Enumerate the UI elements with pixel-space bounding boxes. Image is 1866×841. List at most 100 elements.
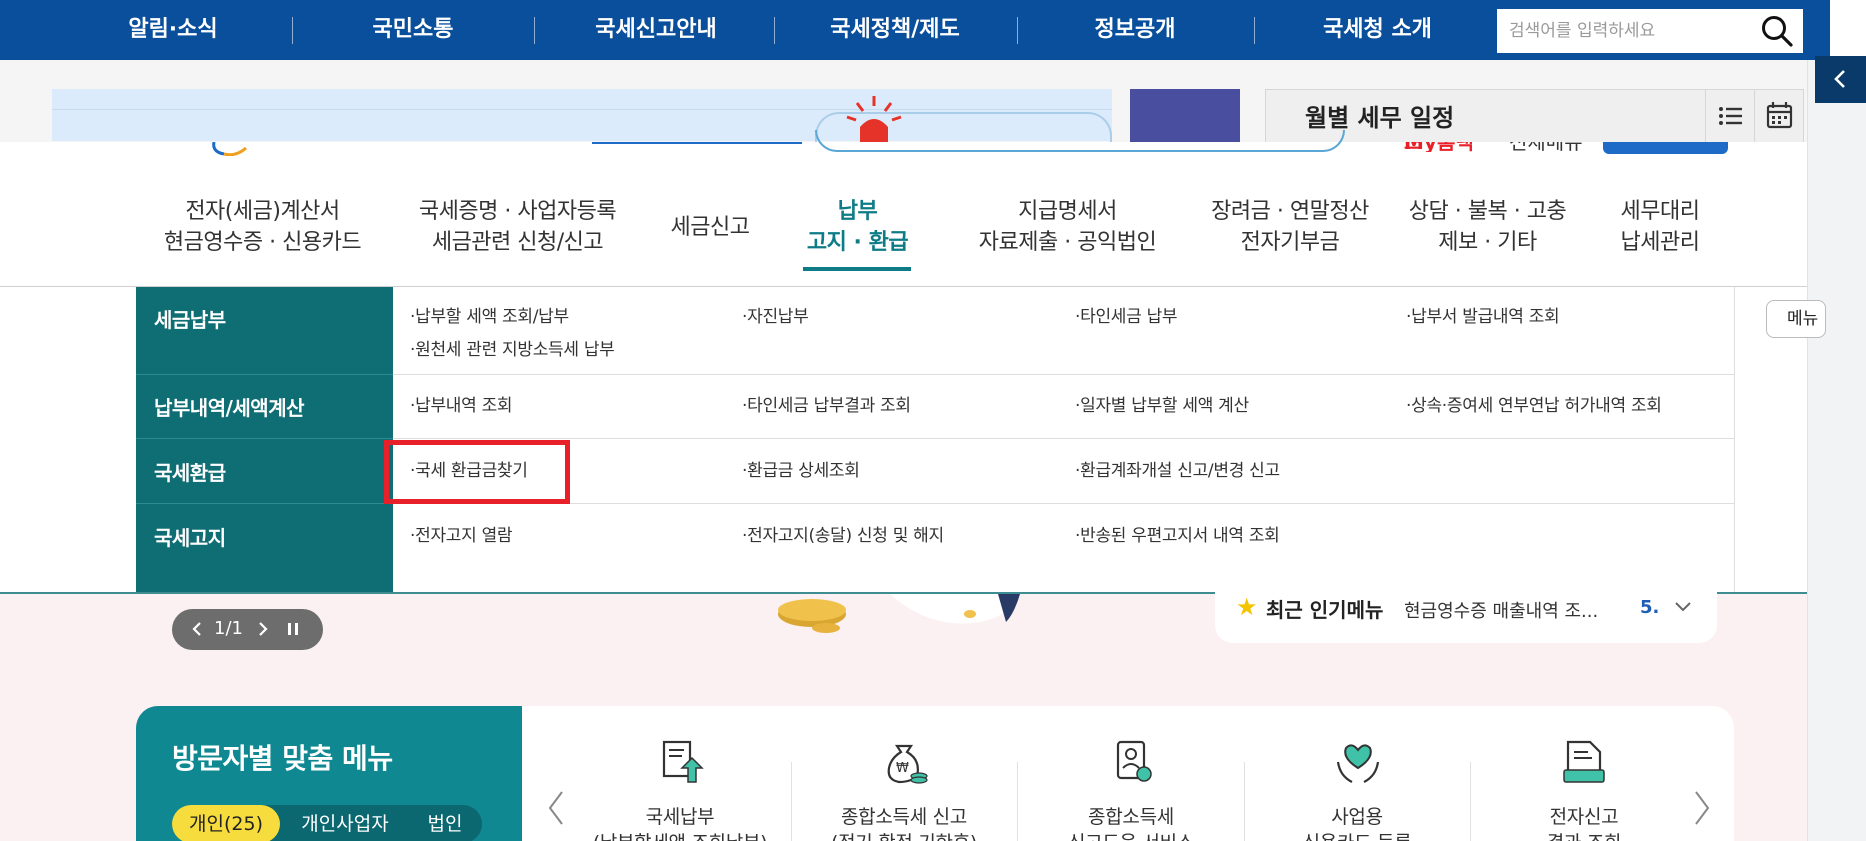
gnb-label-line2: 고지 · 환급 (806, 230, 909, 255)
link-label: 원천세 관련 지방소득세 납부 (415, 340, 615, 360)
gnb-item-certificates[interactable]: 국세증명 · 사업자등록 세금관련 신청/신고 (400, 196, 635, 258)
top-nav-divider (774, 17, 775, 44)
calendar-icon (1766, 102, 1793, 129)
category-tax-notice[interactable]: 국세고지 (154, 522, 226, 551)
coins-illustration-icon (778, 594, 1020, 633)
gnb-label-line1: 지급명세서 (1018, 199, 1117, 224)
top-nav-item-filing-guide[interactable]: 국세신고안내 (578, 0, 734, 60)
tab-sole-proprietor[interactable]: 개인사업자 (290, 805, 400, 841)
gnb-item-payment-refund[interactable]: 납부 고지 · 환급 (795, 196, 920, 258)
top-nav-divider (1254, 17, 1255, 44)
top-nav-item-policy[interactable]: 국세정책/제도 (812, 0, 978, 60)
link-label: 상속·증여세 연부연납 허가내역 조회 (1411, 396, 1662, 416)
service-business-card[interactable]: 사업용 신용카드 등록 (1247, 804, 1467, 841)
tax-schedule-title: 월별 세무 일정 (1305, 104, 1455, 132)
category-tax-payment[interactable]: 세금납부 (154, 304, 226, 333)
link-label: 반송된 우편고지서 내역 조회 (1080, 526, 1280, 546)
link-local-income-tax[interactable]: ·원천세 관련 지방소득세 납부 (410, 335, 615, 360)
service-label-line2: 신용카드 등록 (1247, 830, 1467, 841)
search-button[interactable] (1759, 14, 1795, 48)
row-divider (393, 374, 1735, 375)
schedule-calendar-view-button[interactable] (1754, 90, 1803, 142)
gnb-item-consultation[interactable]: 상담 · 불복 · 고충 제보 · 기타 (1395, 196, 1580, 258)
popular-menu-item[interactable]: 현금영수증 매출내역 조... (1404, 597, 1598, 623)
certificate-icon (1116, 740, 1152, 782)
rail-toggle-button[interactable] (1815, 56, 1866, 103)
link-e-notice-view[interactable]: ·전자고지 열람 (410, 521, 513, 546)
service-e-filing-result[interactable]: 전자신고 결과 조회 (1474, 804, 1694, 841)
search-input[interactable] (1509, 15, 1749, 47)
gnb-label-line1: 상담 · 불복 · 고충 (1408, 199, 1567, 224)
carousel-prev-icon[interactable] (544, 788, 568, 828)
login-button[interactable] (1603, 142, 1728, 154)
link-label: 전자고지 열람 (415, 526, 513, 546)
link-tax-due-lookup[interactable]: ·납부할 세액 조회/납부 (410, 302, 569, 327)
menu-button[interactable]: 메뉴 (1766, 300, 1826, 338)
link-daily-tax-calc[interactable]: ·일자별 납부할 세액 계산 (1075, 391, 1249, 416)
gnb-item-payment-statement[interactable]: 지급명세서 자료제출 · 공익법인 (950, 196, 1185, 258)
link-payment-history[interactable]: ·납부내역 조회 (410, 391, 513, 416)
top-nav-item-communication[interactable]: 국민소통 (348, 0, 478, 60)
link-returned-notice[interactable]: ·반송된 우편고지서 내역 조회 (1075, 521, 1280, 546)
service-divider (1244, 762, 1245, 841)
top-nav-divider (292, 17, 293, 44)
gnb-item-tax-agent[interactable]: 세무대리 납세관리 (1600, 196, 1720, 258)
category-tax-refund[interactable]: 국세환급 (154, 457, 226, 486)
pager-next-icon[interactable] (256, 621, 270, 637)
row-divider (393, 438, 1735, 439)
top-nav-divider (1017, 17, 1018, 44)
link-refund-account[interactable]: ·환급계좌개설 신고/변경 신고 (1075, 456, 1280, 481)
link-pay-others-tax[interactable]: ·타인세금 납부 (1075, 302, 1178, 327)
link-payment-slip-history[interactable]: ·납부서 발급내역 조회 (1406, 302, 1560, 327)
link-label: 납부할 세액 조회/납부 (415, 307, 569, 327)
link-label: 전자고지(송달) 신청 및 해지 (747, 526, 944, 546)
top-nav-item-news[interactable]: 알림·소식 (103, 0, 243, 60)
link-label: 일자별 납부할 세액 계산 (1080, 396, 1249, 416)
service-label-line1: 사업용 (1331, 806, 1383, 828)
service-label-line1: 전자신고 (1549, 806, 1619, 828)
row-divider (393, 503, 1735, 504)
tab-corporation[interactable]: 법인 (410, 805, 480, 841)
service-label-line2: 신고도움 서비스 (1021, 830, 1241, 841)
hometax-logo-icon (212, 142, 248, 156)
service-label-line2: 결과 조회 (1474, 830, 1694, 841)
service-label-line2: (정기·확정·기한후) (794, 830, 1014, 841)
upload-doc-icon (662, 740, 704, 783)
link-installment-permit[interactable]: ·상속·증여세 연부연납 허가내역 조회 (1406, 391, 1662, 416)
gnb-item-incentives[interactable]: 장려금 · 연말정산 전자기부금 (1185, 196, 1395, 258)
link-e-notice-apply[interactable]: ·전자고지(송달) 신청 및 해지 (742, 521, 944, 546)
all-menu-link[interactable]: 전체메뉴 (1509, 142, 1589, 152)
mypage-link[interactable]: My홈택스 (1404, 142, 1484, 152)
category-payment-history[interactable]: 납부내역/세액계산 (154, 392, 305, 421)
tab-individual[interactable]: 개인(25) (172, 805, 280, 841)
chevron-left-icon (1833, 70, 1845, 88)
service-label-line1: 종합소득세 (1088, 806, 1174, 828)
link-label: 자진납부 (747, 307, 809, 327)
link-label: 환급금 상세조회 (747, 461, 860, 481)
schedule-list-view-button[interactable] (1705, 90, 1754, 142)
service-tax-payment[interactable]: 국세납부 (납부할세액 조회납부) (570, 804, 790, 841)
gnb-label-line2: 세금관련 신청/신고 (431, 230, 604, 255)
service-income-tax-help[interactable]: 종합소득세 신고도움 서비스 (1021, 804, 1241, 841)
pager-text: 1/1 (214, 618, 243, 639)
chevron-down-icon[interactable] (1672, 596, 1694, 618)
popular-menu-rank: 5. (1640, 597, 1660, 618)
gnb-item-tax-filing[interactable]: 세금신고 (660, 212, 760, 243)
link-label: 납부내역 조회 (415, 396, 513, 416)
highlight-box (384, 440, 570, 504)
pause-icon[interactable] (286, 621, 300, 637)
banner-divider (52, 109, 1112, 110)
pager-prev-icon[interactable] (190, 621, 204, 637)
top-nav-item-about[interactable]: 국세청 소개 (1305, 0, 1450, 60)
header-search-outline[interactable] (815, 130, 1345, 152)
top-nav-item-disclosure[interactable]: 정보공개 (1070, 0, 1200, 60)
gnb-item-e-invoice[interactable]: 전자(세금)계산서 현금영수증 · 신용카드 (145, 196, 380, 258)
link-refund-detail[interactable]: ·환급금 상세조회 (742, 456, 860, 481)
banner-pager: 1/1 (172, 609, 323, 650)
service-income-tax-filing[interactable]: 종합소득세 신고 (정기·확정·기한후) (794, 804, 1014, 841)
svg-text:₩: ₩ (896, 761, 909, 776)
link-self-payment[interactable]: ·자진납부 (742, 302, 809, 327)
link-others-payment-result[interactable]: ·타인세금 납부결과 조회 (742, 391, 911, 416)
popular-menu-label: 최근 인기메뉴 (1266, 598, 1384, 622)
heart-hands-icon (1336, 744, 1380, 783)
